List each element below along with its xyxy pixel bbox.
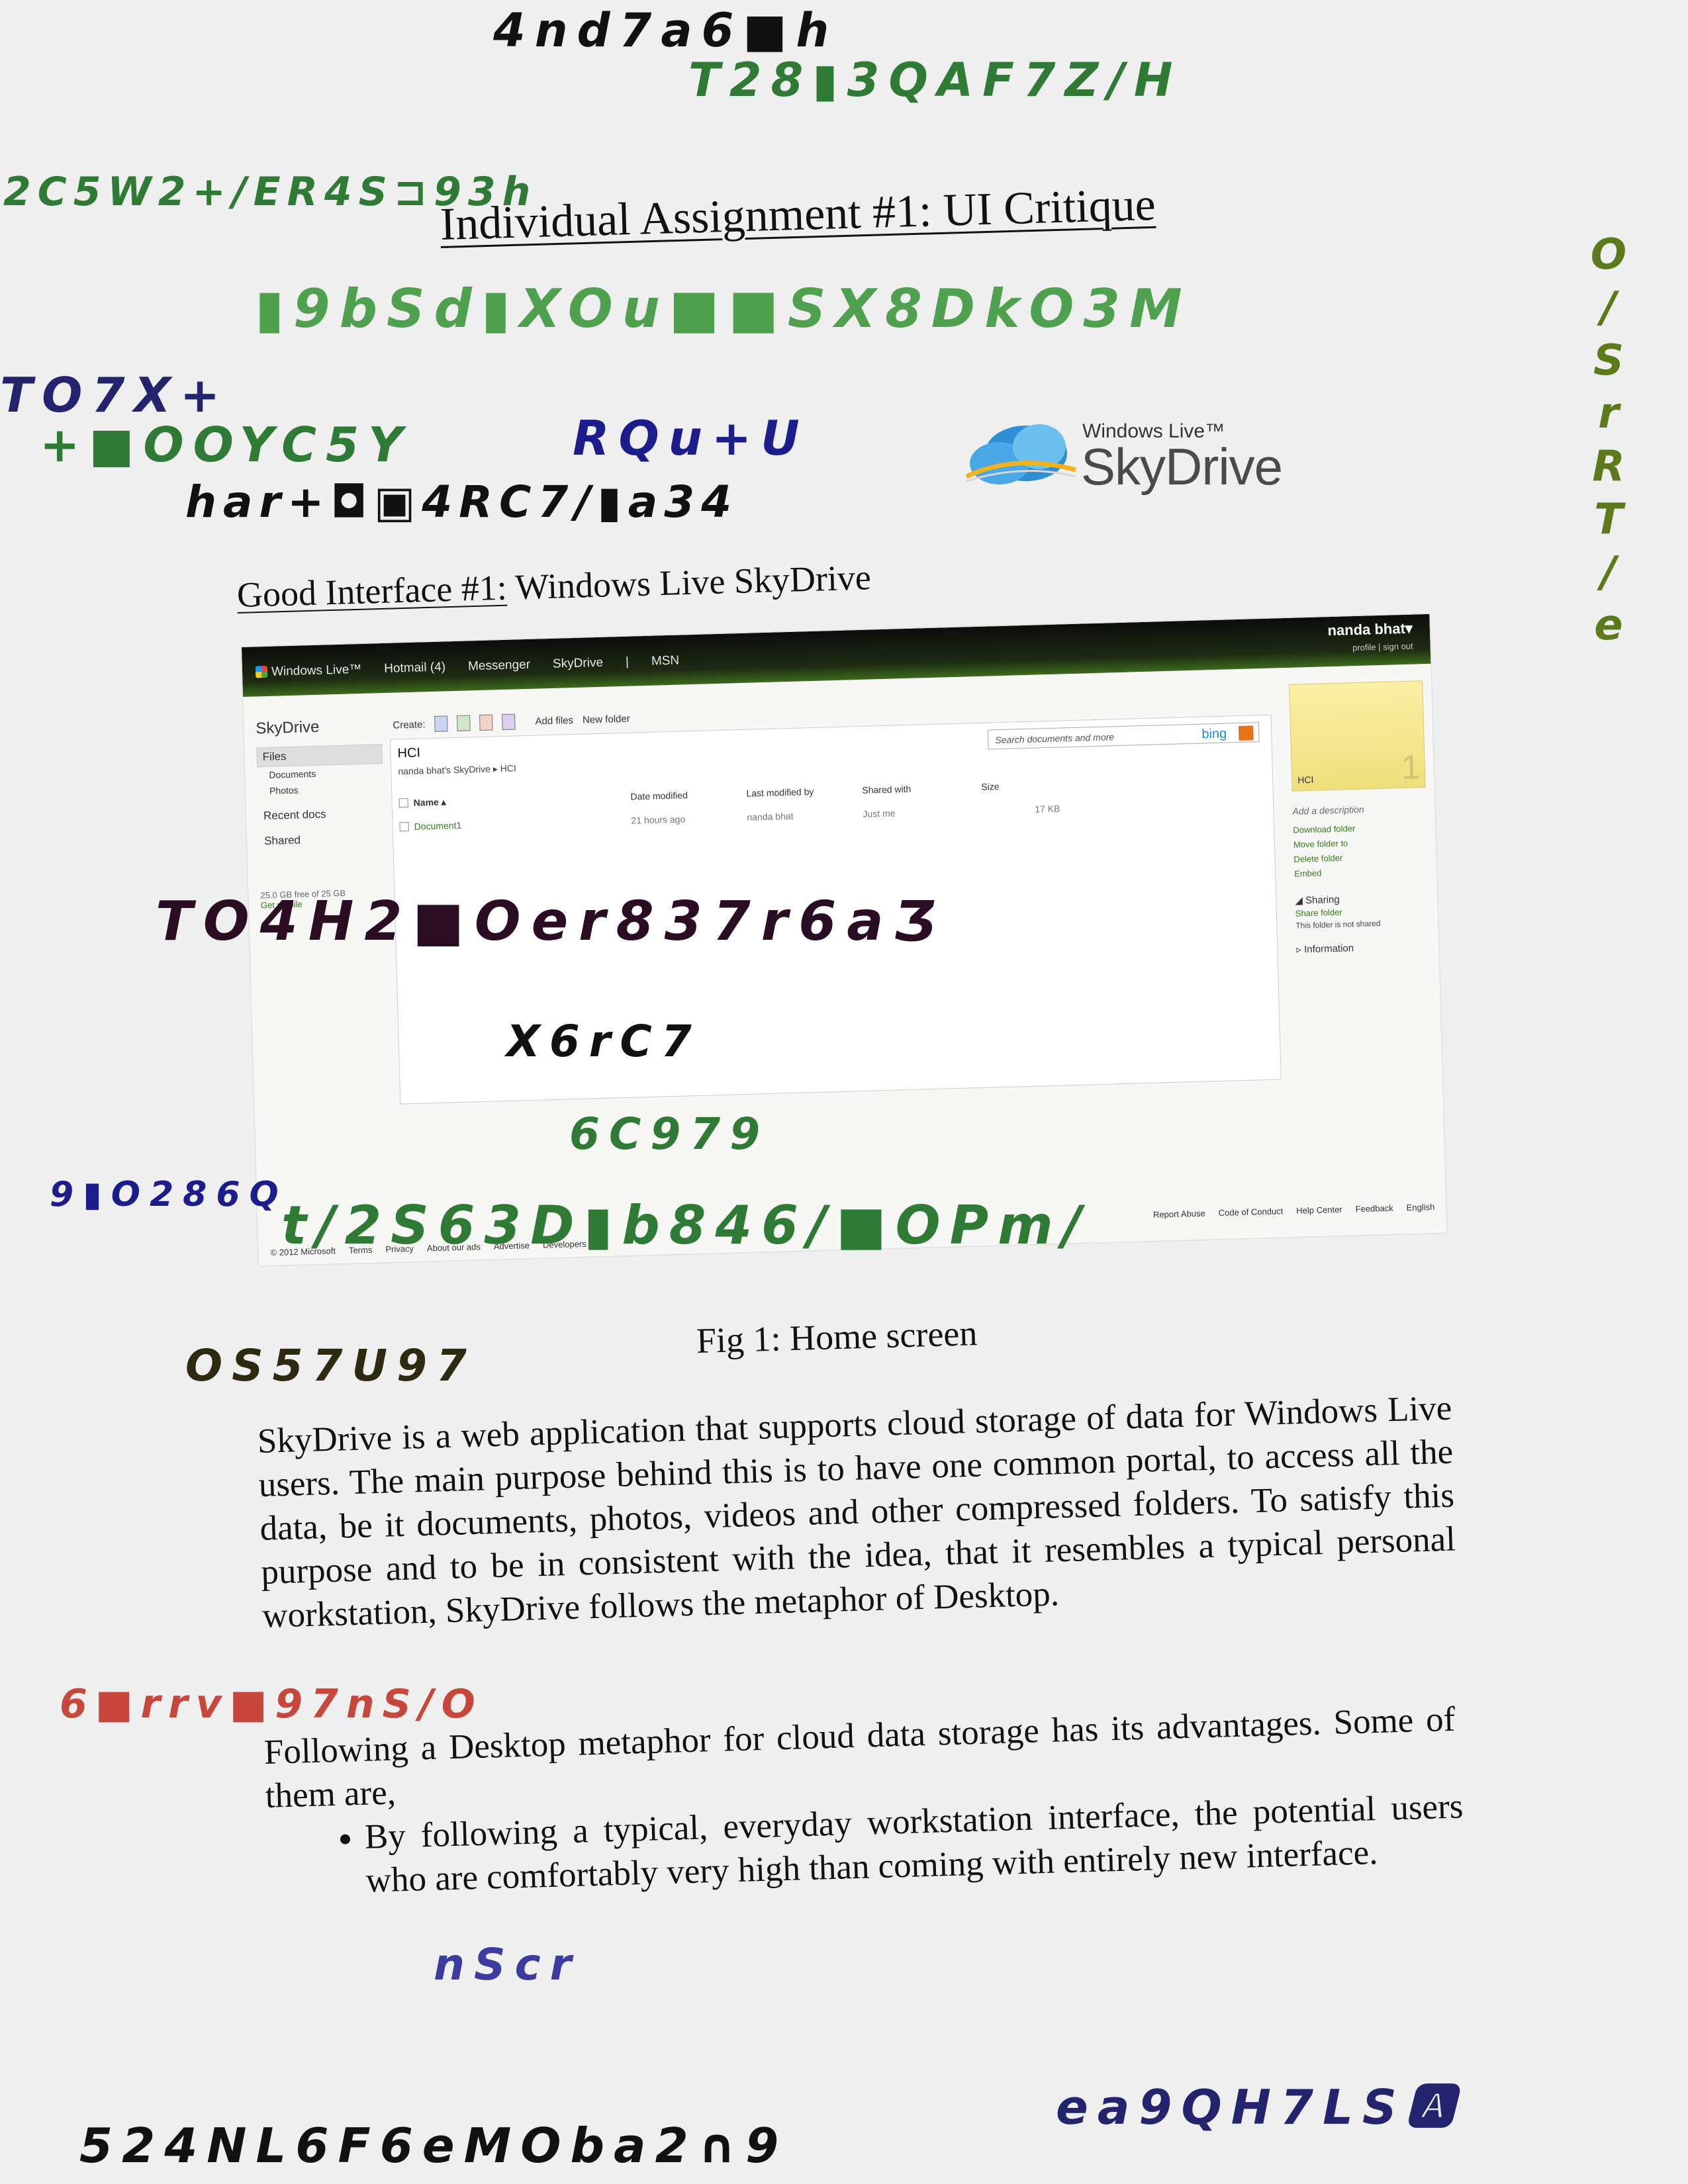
left-nav-shared[interactable]: Shared: [259, 829, 385, 850]
nav-skydrive[interactable]: SkyDrive: [553, 656, 604, 672]
body-paragraph-1: SkyDrive is a web application that suppo…: [257, 1388, 1456, 1635]
handwriting-row-16: nScr: [434, 1939, 581, 1990]
search-placeholder: Search documents and more: [995, 731, 1115, 746]
handwriting-row-9: TO4H2■Oer837r6aƷ: [156, 890, 947, 953]
nav-separator: |: [625, 655, 630, 669]
handwriting-row-7: RQu+U: [573, 410, 809, 466]
details-pane: HCI 1 Add a description Download folder …: [1289, 680, 1429, 956]
logo-brand-big: SkyDrive: [1081, 437, 1283, 496]
add-description-link[interactable]: Add a description: [1292, 802, 1425, 817]
col-size[interactable]: Size: [981, 781, 1000, 792]
col-date-modified[interactable]: Date modified: [630, 790, 688, 801]
file-modified-by: nanda bhat: [747, 810, 794, 823]
handwriting-row-17: 524NL6F6eMOba2∩9: [79, 2118, 788, 2173]
left-nav-photos[interactable]: Photos: [258, 780, 384, 799]
folder-title: HCI: [397, 745, 421, 761]
handwriting-row-4: ▮9bSd▮XOu■■SX8DkO3M: [255, 278, 1192, 340]
search-icon[interactable]: [1238, 725, 1254, 741]
footer-report-abuse[interactable]: Report Abuse: [1153, 1208, 1205, 1220]
folder-icon-label: HCI: [1297, 774, 1314, 786]
handwriting-row-1: 4nd7a6■h: [493, 3, 839, 58]
left-nav-recent-docs[interactable]: Recent docs: [258, 803, 385, 825]
embed-link[interactable]: Embed: [1294, 863, 1427, 882]
bing-logo: bing: [1201, 726, 1227, 742]
handwriting-row-11: 6C979: [569, 1109, 770, 1160]
breadcrumb[interactable]: nanda bhat's SkyDrive ▸ HCI: [398, 762, 516, 777]
handwriting-row-5: TO7X+: [0, 367, 230, 423]
user-menu[interactable]: nanda bhat▾: [1327, 620, 1413, 640]
row-checkbox[interactable]: [399, 822, 409, 832]
create-toolbar: Create: Add files New folder: [393, 711, 630, 733]
windows-live-brand[interactable]: Windows Live™: [255, 662, 362, 680]
handwriting-row-6: +■OOYC5Y: [40, 417, 412, 473]
col-last-modified-by[interactable]: Last modified by: [746, 786, 814, 799]
top-bar: Windows Live™ Hotmail (4) Messenger SkyD…: [242, 614, 1431, 697]
handwriting-row-18: ea9QH7LS🅰: [1056, 2079, 1463, 2135]
page-title: Individual Assignment #1: UI Critique: [439, 179, 1156, 250]
handwriting-row-10: X6rC7: [506, 1016, 701, 1067]
left-nav-title[interactable]: SkyDrive: [256, 716, 382, 738]
handwriting-vertical: O / S r R T / e: [1590, 230, 1627, 650]
col-shared-with[interactable]: Shared with: [862, 784, 911, 796]
new-folder-button[interactable]: New folder: [583, 713, 630, 725]
windows-flag-icon: [255, 665, 268, 678]
create-label: Create:: [393, 718, 426, 731]
handwriting-row-15: 6■rrv■97nS/O: [60, 1681, 483, 1727]
search-input[interactable]: Search documents and more bing: [987, 722, 1260, 750]
col-name[interactable]: Name ▴: [399, 796, 446, 809]
file-size: 17 KB: [1035, 803, 1060, 815]
section-heading-label: Good Interface #1:: [236, 567, 508, 615]
skydrive-logo: Windows Live™ SkyDrive: [963, 407, 1294, 506]
file-shared-with: Just me: [863, 807, 896, 819]
nav-messenger[interactable]: Messenger: [468, 658, 531, 674]
select-all-checkbox[interactable]: [399, 798, 408, 808]
footer-help-center[interactable]: Help Center: [1296, 1205, 1342, 1216]
section-heading-subject: Windows Live SkyDrive: [506, 557, 872, 608]
section-heading: Good Interface #1: Windows Live SkyDrive: [236, 557, 871, 615]
cloud-icon: [965, 424, 1076, 484]
onenote-doc-icon[interactable]: [502, 713, 516, 731]
handwriting-row-12: 9▮O286Q: [50, 1175, 288, 1214]
footer-code-of-conduct[interactable]: Code of Conduct: [1219, 1206, 1284, 1218]
information-section-toggle[interactable]: ▹ Information: [1296, 940, 1429, 955]
handwriting-row-2: T28▮3QAF7Z/H: [688, 53, 1182, 107]
folder-icon: HCI 1: [1289, 680, 1426, 792]
folder-item-count: 1: [1401, 748, 1421, 788]
powerpoint-doc-icon[interactable]: [479, 714, 493, 731]
handwriting-row-13: t/2S63D▮b846/■OPm/: [281, 1195, 1091, 1256]
file-table: Name ▴ Date modified Last modified by Sh…: [399, 774, 1062, 841]
handwriting-row-14: OS57U97: [185, 1340, 476, 1391]
add-files-button[interactable]: Add files: [535, 715, 573, 727]
footer-feedback[interactable]: Feedback: [1355, 1203, 1393, 1214]
file-name-link[interactable]: Document1: [414, 820, 461, 832]
word-doc-icon[interactable]: [434, 715, 448, 732]
nav-msn[interactable]: MSN: [651, 654, 680, 669]
user-links[interactable]: profile | sign out: [1352, 641, 1413, 653]
left-nav: SkyDrive Files Documents Photos Recent d…: [256, 716, 387, 910]
excel-doc-icon[interactable]: [457, 715, 471, 731]
handwriting-row-8: har+◘▣4RC7/▮a34: [185, 477, 739, 527]
nav-hotmail[interactable]: Hotmail (4): [384, 660, 445, 676]
footer-language[interactable]: English: [1406, 1202, 1434, 1212]
file-date: 21 hours ago: [631, 813, 686, 826]
figure-caption: Fig 1: Home screen: [696, 1313, 978, 1361]
